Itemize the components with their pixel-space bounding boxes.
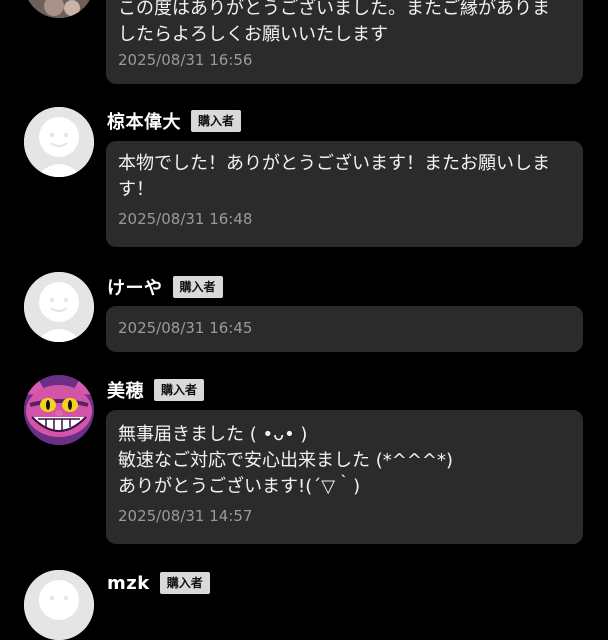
avatar[interactable] bbox=[24, 375, 94, 445]
buyer-badge: 購入者 bbox=[159, 572, 210, 594]
buyer-badge: 購入者 bbox=[154, 379, 205, 401]
avatar[interactable] bbox=[24, 272, 94, 342]
review-bubble: 本物でした！ありがとうございます！またお願いします！ 2025/08/31 16… bbox=[106, 141, 583, 247]
review-message: 本物でした！ありがとうございます！またお願いします！ bbox=[118, 153, 550, 200]
reviewer-name[interactable]: 美穂 bbox=[107, 377, 144, 403]
avatar[interactable] bbox=[24, 570, 94, 640]
review-timestamp: 2025/08/31 16:45 bbox=[118, 319, 253, 337]
avatar[interactable] bbox=[24, 0, 94, 18]
default-avatar-icon bbox=[24, 272, 94, 342]
review-message: この度はありがとうございました。またご縁がありましたらよろしくお願いいたします bbox=[118, 0, 550, 45]
buyer-badge: 購入者 bbox=[191, 110, 242, 132]
review-bubble: 無事届きました ( •ᴗ• ) 敏速なご対応で安心出来ました (*^^^*) あ… bbox=[106, 410, 583, 544]
review-timestamp: 2025/08/31 16:48 bbox=[118, 210, 253, 228]
review-bubble: この度はありがとうございました。またご縁がありましたらよろしくお願いいたします … bbox=[106, 0, 583, 84]
user-photo-icon bbox=[24, 0, 94, 18]
default-avatar-icon bbox=[24, 107, 94, 177]
reviewer-name[interactable]: 椋本偉大 bbox=[107, 108, 181, 134]
buyer-badge: 購入者 bbox=[172, 276, 223, 298]
review-message: 無事届きました ( •ᴗ• ) 敏速なご対応で安心出来ました (*^^^*) あ… bbox=[118, 424, 454, 497]
review-bubble: 2025/08/31 16:45 bbox=[106, 306, 583, 352]
default-avatar-icon bbox=[24, 570, 94, 640]
reviewer-name[interactable]: けーや bbox=[107, 274, 163, 300]
review-timestamp: 2025/08/31 14:57 bbox=[118, 507, 253, 525]
cheshire-cat-avatar-icon bbox=[24, 375, 94, 445]
review-timestamp: 2025/08/31 16:56 bbox=[118, 51, 253, 69]
reviewer-name[interactable]: mzk bbox=[107, 573, 150, 594]
avatar[interactable] bbox=[24, 107, 94, 177]
